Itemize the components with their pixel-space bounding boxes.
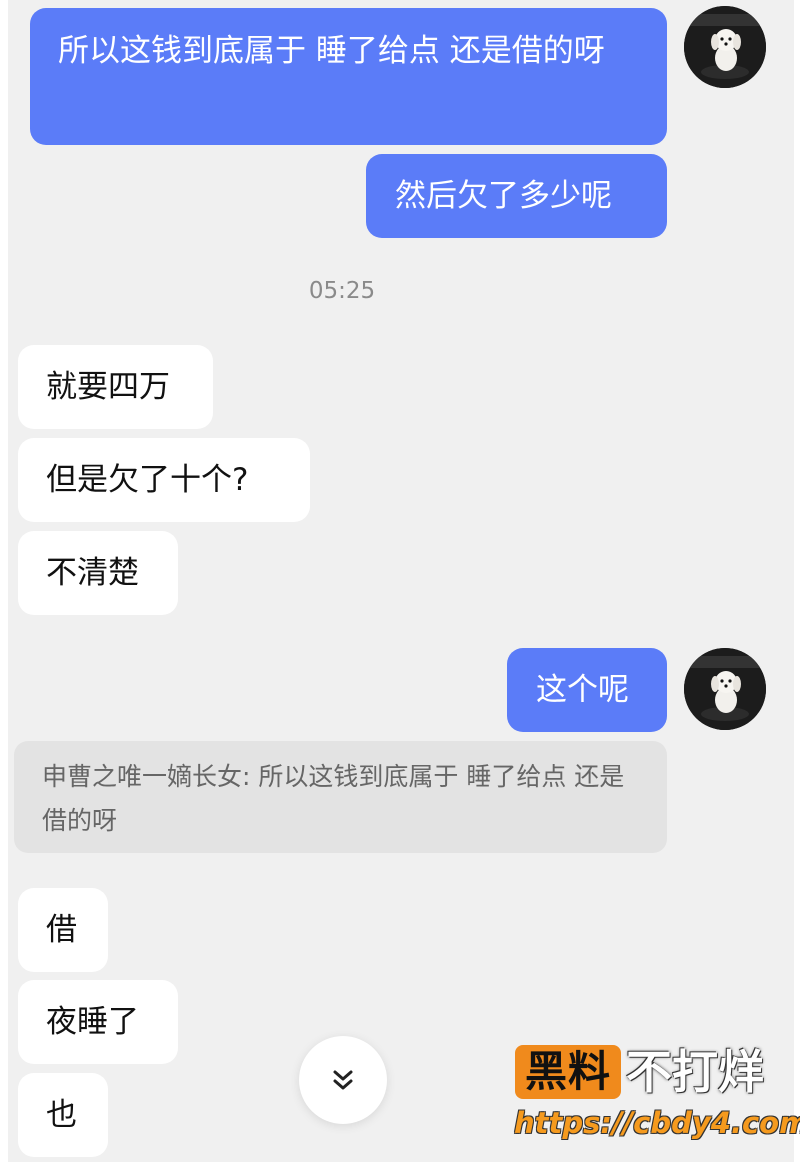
incoming-message[interactable]: 不清楚 [18,531,178,615]
user-avatar[interactable] [684,6,766,88]
message-timestamp: 05:25 [308,278,376,304]
dog-avatar-icon [684,6,766,88]
quoted-reply[interactable]: 申曹之唯一嫡长女: 所以这钱到底属于 睡了给点 还是借的呀 [14,741,667,853]
watermark-slogan: 不打烊 [626,1045,764,1099]
incoming-message[interactable]: 也 [18,1073,108,1157]
dog-avatar-icon [684,648,766,730]
left-edge [0,0,8,1162]
incoming-message[interactable]: 就要四万 [18,345,213,429]
incoming-message[interactable]: 但是欠了十个? [18,438,310,522]
watermark-url: https://cbdy4.com [514,1106,800,1140]
chevron-double-down-icon [333,1070,353,1090]
user-avatar[interactable] [684,648,766,730]
outgoing-message[interactable]: 然后欠了多少呢 [366,154,667,238]
right-edge [794,0,800,1162]
outgoing-message[interactable]: 这个呢 [507,648,667,732]
outgoing-message[interactable]: 所以这钱到底属于 睡了给点 还是借的呀 [30,8,667,145]
scroll-to-bottom-button[interactable] [299,1036,387,1124]
incoming-message[interactable]: 借 [18,888,108,972]
incoming-message[interactable]: 夜睡了 [18,980,178,1064]
watermark-badge: 黑料 [515,1045,621,1099]
